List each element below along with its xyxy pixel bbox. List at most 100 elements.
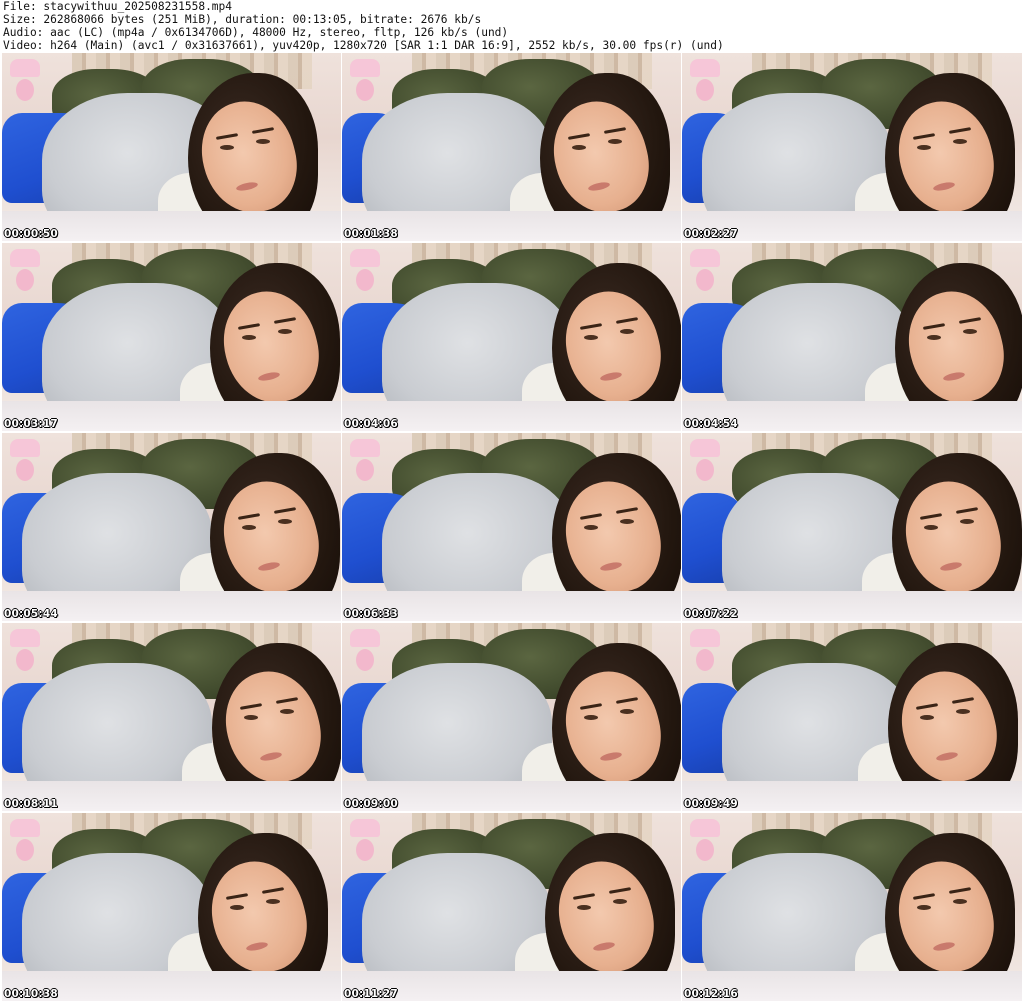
pink-lamp-shade [690,59,720,77]
pink-lamp-base [356,269,374,291]
eye [927,335,941,340]
eye [220,145,234,150]
video-frame-thumbnail: 00:04:54 [682,243,1022,431]
video-info-line: Video: h264 (Main) (avc1 / 0x31637661), … [3,39,724,52]
eye [953,139,967,144]
video-frame-thumbnail: 00:09:00 [342,623,681,811]
eye [620,709,634,714]
frame-image [342,623,681,811]
pink-lamp-shade [10,439,40,457]
pink-lamp-base [696,459,714,481]
pink-lamp-shade [10,59,40,77]
eye [956,709,970,714]
video-frame-thumbnail: 00:10:38 [2,813,341,1001]
frame-timestamp: 00:07:22 [684,608,738,620]
pink-lamp-shade [10,819,40,837]
frame-timestamp: 00:02:27 [684,228,738,240]
frame-image [682,433,1022,621]
pink-lamp-shade [350,439,380,457]
pink-lamp-base [16,459,34,481]
frame-timestamp: 00:06:33 [344,608,398,620]
pink-lamp-base [16,839,34,861]
pink-lamp-shade [10,629,40,647]
frame-image [2,623,341,811]
pink-lamp-shade [690,629,720,647]
frame-timestamp: 00:08:11 [4,798,58,810]
frame-timestamp: 00:01:38 [344,228,398,240]
video-frame-thumbnail: 00:07:22 [682,433,1022,621]
eye [280,709,294,714]
eye [620,519,634,524]
frame-image [342,53,681,241]
eye [953,899,967,904]
frame-timestamp: 00:09:00 [344,798,398,810]
video-frame-thumbnail: 00:04:06 [342,243,681,431]
pink-lamp-base [356,649,374,671]
eye [244,715,258,720]
frame-timestamp: 00:04:54 [684,418,738,430]
eye [584,715,598,720]
eye [620,329,634,334]
frame-image [2,813,341,1001]
pink-lamp-shade [690,439,720,457]
frame-image [2,433,341,621]
pink-lamp-base [696,839,714,861]
eye [242,335,256,340]
pink-lamp-shade [350,249,380,267]
frame-timestamp: 00:11:27 [344,988,398,1000]
size-duration-line: Size: 262868066 bytes (251 MiB), duratio… [3,13,482,26]
video-frame-thumbnail: 00:08:11 [2,623,341,811]
pink-lamp-base [356,839,374,861]
video-frame-thumbnail: 00:12:16 [682,813,1022,1001]
pink-lamp-shade [10,249,40,267]
video-frame-thumbnail: 00:05:44 [2,433,341,621]
pink-lamp-base [356,459,374,481]
pink-lamp-base [356,79,374,101]
eye [266,899,280,904]
frame-image [342,243,681,431]
eye [242,525,256,530]
pink-lamp-shade [350,59,380,77]
frame-image [682,623,1022,811]
frame-timestamp: 00:05:44 [4,608,58,620]
pink-lamp-shade [690,249,720,267]
frame-image [682,813,1022,1001]
eye [278,519,292,524]
eye [584,335,598,340]
frame-image [682,53,1022,241]
pink-lamp-base [696,649,714,671]
video-info-header: File: stacywithuu_202508231558.mp4 Size:… [3,0,1021,52]
video-frame-thumbnail: 00:06:33 [342,433,681,621]
eye [917,905,931,910]
pink-lamp-base [696,79,714,101]
video-frame-thumbnail: 00:00:50 [2,53,341,241]
frame-image [2,243,341,431]
frame-image [682,243,1022,431]
frame-timestamp: 00:00:50 [4,228,58,240]
pink-lamp-shade [350,629,380,647]
frame-timestamp: 00:12:16 [684,988,738,1000]
eye [960,519,974,524]
eye [256,139,270,144]
audio-info-line: Audio: aac (LC) (mp4a / 0x6134706D), 480… [3,26,509,39]
pink-lamp-shade [350,819,380,837]
video-frame-thumbnail: 00:09:49 [682,623,1022,811]
eye [920,715,934,720]
eye [577,905,591,910]
frame-timestamp: 00:03:17 [4,418,58,430]
eye [608,139,622,144]
pink-lamp-base [696,269,714,291]
eye [278,329,292,334]
contact-sheet: File: stacywithuu_202508231558.mp4 Size:… [0,0,1024,1003]
eye [572,145,586,150]
eye [230,905,244,910]
frame-image [342,813,681,1001]
eye [963,329,977,334]
pink-lamp-shade [690,819,720,837]
frame-image [2,53,341,241]
file-name-line: File: stacywithuu_202508231558.mp4 [3,0,233,13]
pink-lamp-base [16,269,34,291]
video-frame-thumbnail: 00:11:27 [342,813,681,1001]
eye [613,899,627,904]
video-frame-thumbnail: 00:02:27 [682,53,1022,241]
